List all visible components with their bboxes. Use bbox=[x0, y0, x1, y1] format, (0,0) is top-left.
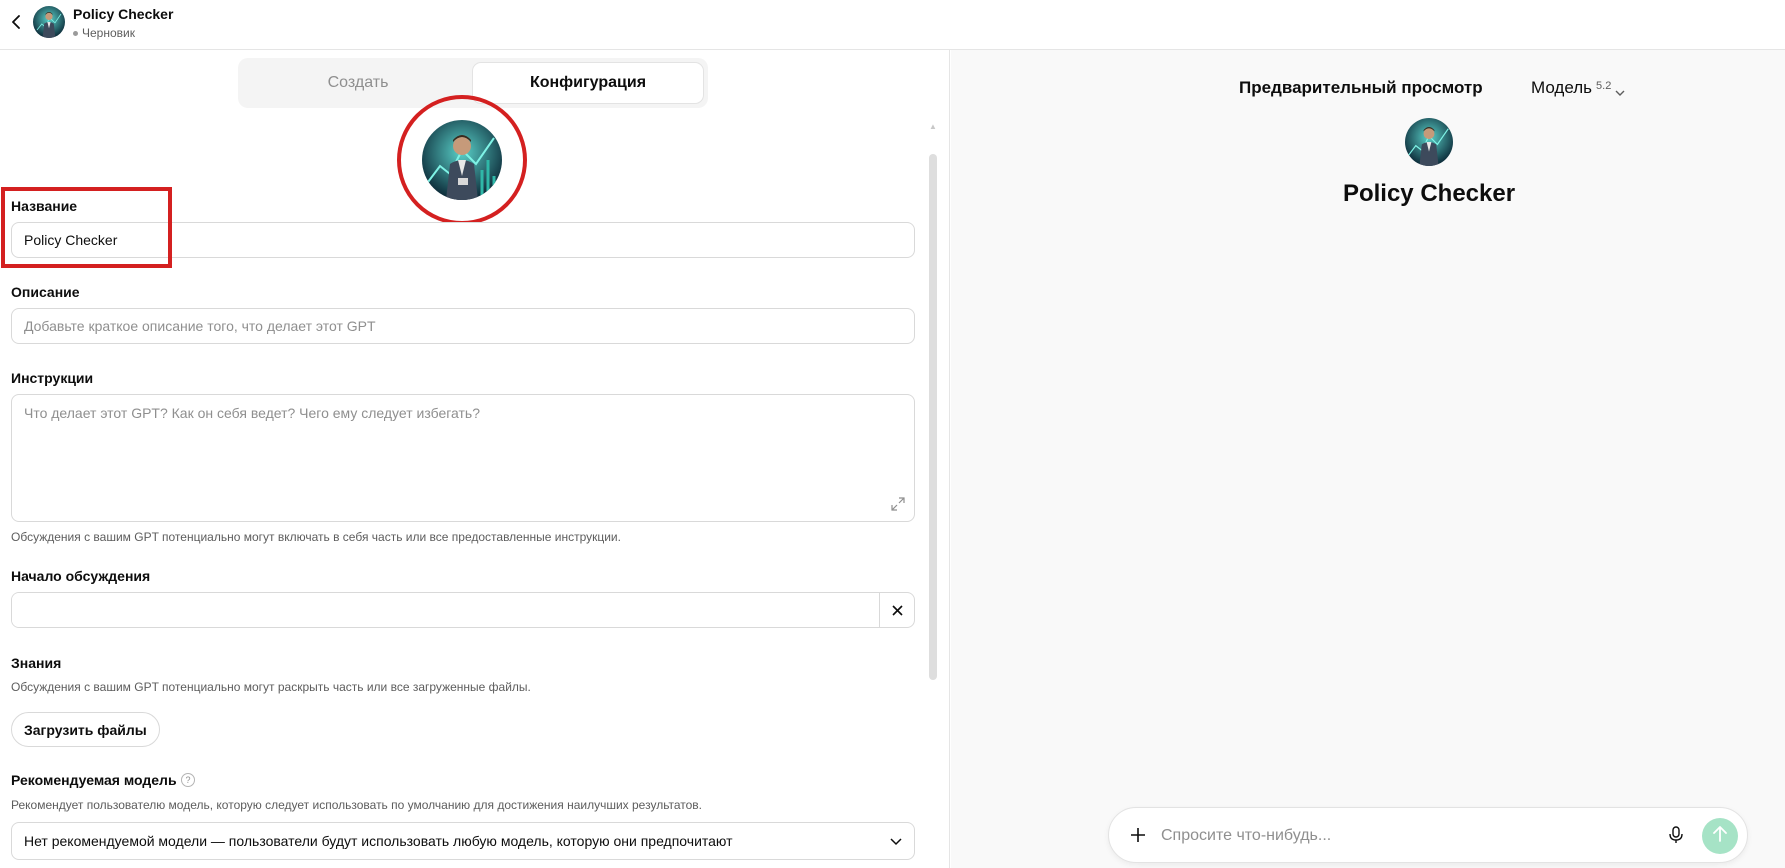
top-bar: Policy Checker Черновик bbox=[0, 0, 1785, 50]
description-input[interactable] bbox=[11, 308, 915, 344]
mic-icon[interactable] bbox=[1665, 824, 1687, 846]
knowledge-hint: Обсуждения с вашим GPT потенциально могу… bbox=[11, 680, 531, 694]
send-button[interactable] bbox=[1702, 818, 1738, 854]
status-dot-icon bbox=[73, 30, 78, 36]
preview-gpt-name: Policy Checker bbox=[1342, 180, 1516, 207]
avatar-highlight-circle bbox=[397, 95, 527, 225]
starter-input[interactable] bbox=[12, 593, 879, 627]
upload-files-button[interactable]: Загрузить файлы bbox=[11, 712, 160, 747]
instructions-hint: Обсуждения с вашим GPT потенциально могу… bbox=[11, 530, 621, 544]
plus-icon[interactable] bbox=[1125, 822, 1151, 848]
draft-status: Черновик bbox=[73, 26, 135, 40]
gpt-avatar-preview bbox=[1405, 118, 1453, 166]
description-label: Описание bbox=[11, 284, 80, 300]
chat-input[interactable] bbox=[1161, 822, 1641, 850]
recommended-model-value: Нет рекомендуемой модели — пользователи … bbox=[24, 833, 733, 849]
starters-label: Начало обсуждения bbox=[11, 568, 151, 584]
chevron-down-icon bbox=[1615, 82, 1625, 102]
preview-title: Предварительный просмотр bbox=[1239, 78, 1483, 97]
recommended-model-select[interactable]: Нет рекомендуемой модели — пользователи … bbox=[11, 822, 915, 860]
gpt-avatar-small bbox=[33, 6, 65, 38]
recommended-model-hint: Рекомендует пользователю модель, которую… bbox=[11, 798, 703, 812]
gpt-title: Policy Checker bbox=[73, 6, 174, 22]
scrollbar[interactable] bbox=[929, 154, 937, 680]
preview-pane: Предварительный просмотр Модель 5.2 Poli… bbox=[951, 50, 1785, 868]
back-arrow-icon[interactable] bbox=[8, 13, 26, 31]
model-version: 5.2 bbox=[1596, 80, 1612, 92]
expand-icon[interactable] bbox=[891, 497, 905, 511]
chevron-down-icon bbox=[890, 833, 902, 849]
config-pane: Создать Конфигурация Название Описание И… bbox=[0, 50, 950, 868]
recommended-model-label: Рекомендуемая модель bbox=[11, 772, 177, 788]
knowledge-label: Знания bbox=[11, 655, 62, 671]
gpt-avatar-upload[interactable] bbox=[422, 120, 502, 200]
model-label: Модель bbox=[1531, 78, 1593, 97]
arrow-up-icon bbox=[1713, 825, 1727, 847]
model-picker[interactable]: Модель 5.2 bbox=[1531, 78, 1625, 102]
chat-composer bbox=[1108, 807, 1748, 863]
instructions-label: Инструкции bbox=[11, 370, 94, 386]
tab-create[interactable]: Создать bbox=[243, 63, 473, 103]
tab-configure[interactable]: Конфигурация bbox=[473, 63, 703, 103]
name-label: Название bbox=[11, 198, 78, 214]
starter-row bbox=[11, 592, 915, 628]
scroll-up-arrow-icon[interactable]: ▲ bbox=[928, 122, 938, 131]
close-icon[interactable] bbox=[879, 593, 914, 627]
status-text: Черновик bbox=[82, 26, 135, 40]
help-icon[interactable]: ? bbox=[181, 773, 195, 787]
name-input[interactable] bbox=[11, 222, 915, 258]
instructions-textarea[interactable] bbox=[11, 394, 915, 522]
